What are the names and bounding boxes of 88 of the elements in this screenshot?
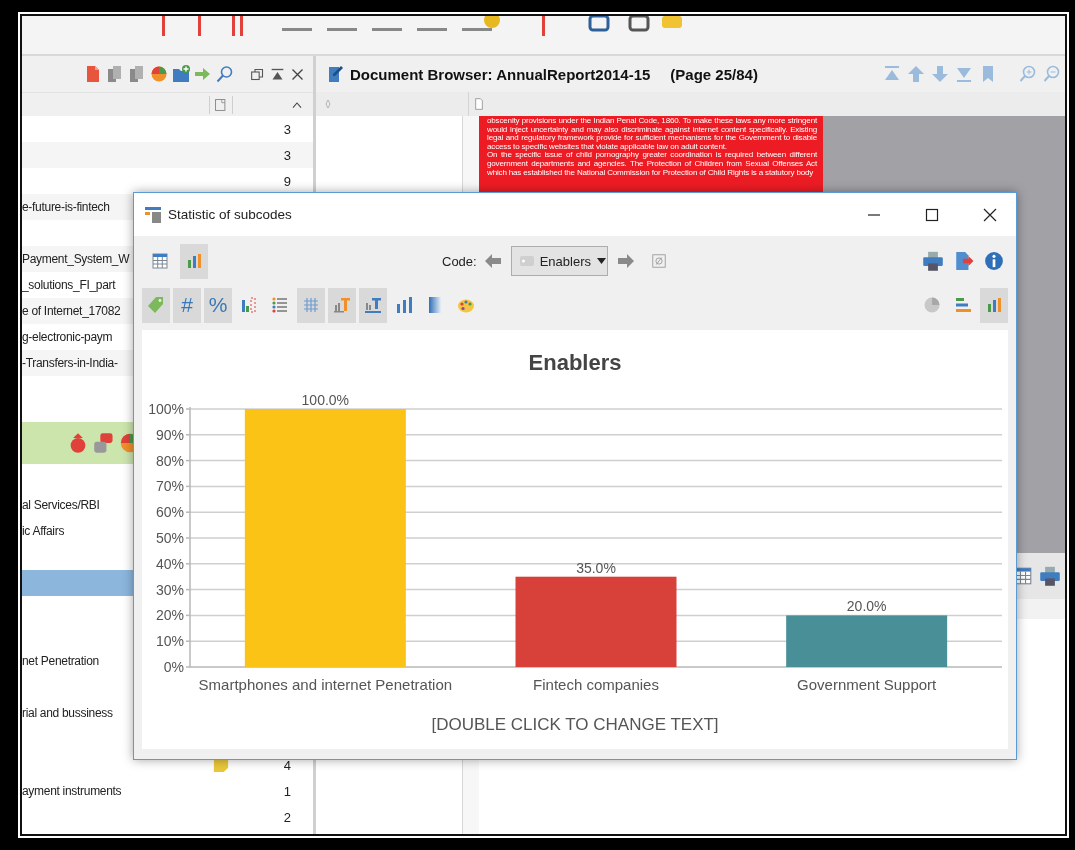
axis-tick-label: 90% (155, 426, 184, 443)
document-row[interactable]: 9 (22, 168, 313, 194)
next-arrow-icon[interactable] (616, 252, 635, 270)
toolbar-button[interactable] (142, 287, 170, 323)
toolbar-button[interactable] (297, 287, 325, 323)
document-icon[interactable] (84, 65, 102, 83)
document-name: -Transfers-in-India- (22, 356, 119, 370)
coded-segment-count: 3 (282, 121, 291, 137)
codes-icon[interactable] (93, 432, 115, 454)
axis-tick-label: 50% (155, 530, 184, 546)
toolbar-button[interactable] (180, 243, 208, 279)
document-note-icon (326, 65, 344, 83)
axis-tick-label: 0% (163, 659, 184, 675)
document-name: g-electronic-paym (22, 330, 114, 344)
bar-chart-icon (185, 252, 203, 270)
page-indicator: (Page 25/84) (670, 65, 758, 83)
pie-chart-icon[interactable] (150, 65, 168, 83)
info-icon[interactable] (984, 251, 1004, 271)
arrow-icon[interactable] (194, 65, 212, 83)
document-browser-title: Document Browser: AnnualReport2014-15 (350, 65, 651, 83)
search-icon[interactable] (216, 65, 234, 83)
pie-chart-icon (923, 296, 941, 314)
axis-title[interactable]: [DOUBLE CLICK TO CHANGE TEXT] (431, 715, 719, 734)
horizontal-bar-chart-icon (954, 296, 972, 314)
restore-icon[interactable] (250, 66, 265, 82)
bar-chart-icon (985, 296, 1003, 314)
document-name: e of Internet_17082 (22, 304, 122, 318)
category-label: Fintech companies (533, 676, 659, 693)
grid-icon (302, 296, 320, 314)
axis-tick-label: 30% (155, 581, 184, 598)
document-name: Payment_System_W (22, 252, 131, 266)
document-row[interactable]: 3 (22, 142, 313, 168)
document-name: e-future-is-fintech (22, 200, 111, 214)
toolbar-button[interactable] (328, 287, 356, 323)
table-icon (151, 252, 169, 270)
window-title: Statistic of subcodes (168, 207, 292, 222)
document-row[interactable]: 3 (22, 116, 313, 142)
axis-tick-label: 10% (155, 633, 184, 650)
chart-title: Enablers (528, 350, 622, 375)
tag-icon (147, 296, 165, 314)
value-label: 20.0% (846, 598, 887, 615)
bar-chart-icon (240, 296, 258, 314)
toolbar-button[interactable] (980, 287, 1008, 323)
code-name: ayment instruments (22, 784, 123, 798)
axis-tick-label: 40% (155, 555, 184, 572)
code-dropdown[interactable]: Enablers (510, 246, 608, 276)
coded-segment-count: 4 (282, 757, 291, 773)
caret-icon (597, 258, 606, 264)
list-icon (271, 296, 289, 314)
previous-arrow-icon[interactable] (483, 252, 502, 270)
statistics-icon (144, 205, 162, 224)
bar-chart-icon (395, 296, 413, 314)
chart-title-icon (364, 296, 382, 314)
printer-icon[interactable] (922, 250, 944, 272)
page-text: On the specific issue of child pornography greater coordination is required between different government departments and agencies. The Protection of Children from Sexual Offenses Act which has established the National Commission for Protection of Child Rights is a statutory body (487, 151, 817, 178)
code-label: Code: (442, 253, 477, 269)
toolbar-button[interactable] (359, 287, 387, 323)
chart-title-icon (333, 296, 351, 314)
code-row[interactable]: ayment instruments 1 (22, 778, 313, 804)
page-text: obscenity provisions under the Indian Penal Code, 1860. To make these laws any more stringent would inject uncertainty and may also discriminate against internet content specifically. Existing legal and regulatory framework provide for sufficient mechanisms for the Government to disable access to specific websites that violate applicable law on adult content. (487, 117, 817, 151)
category-label: Government Support (797, 676, 937, 693)
axis-tick-label: 70% (155, 478, 184, 495)
category-label: Smartphones and internet Penetration (198, 676, 453, 693)
coded-segment-count: 9 (282, 173, 291, 189)
documents-icon[interactable] (128, 65, 146, 83)
collapse-icon[interactable] (270, 66, 285, 82)
value-label: 35.0% (576, 559, 616, 576)
code-name: rial and bussiness (22, 706, 114, 720)
axis-tick-label: 80% (155, 452, 184, 469)
coded-segment-count: 2 (282, 809, 291, 825)
folder-plus-icon[interactable] (172, 65, 190, 83)
value-label: 100.0% (301, 392, 350, 408)
empty-set-icon[interactable] (650, 253, 667, 269)
gradient-icon (426, 296, 444, 314)
code-row[interactable]: 2 (22, 804, 313, 830)
memo-column-icon[interactable] (214, 97, 228, 112)
tag-icon (519, 256, 534, 266)
page-icon (473, 98, 485, 110)
axis-tick-label: 20% (155, 607, 184, 624)
document-name: _solutions_FI_part (22, 278, 117, 292)
export-icon[interactable] (954, 251, 974, 271)
close-icon[interactable] (290, 66, 305, 82)
documents-icon[interactable] (106, 65, 124, 83)
printer-icon[interactable] (1039, 565, 1061, 587)
coded-segment-count: 1 (282, 783, 291, 799)
axis-tick-label: 100% (148, 401, 184, 417)
coded-segment-count: 3 (282, 147, 291, 163)
axis-tick-label: 60% (155, 504, 184, 521)
